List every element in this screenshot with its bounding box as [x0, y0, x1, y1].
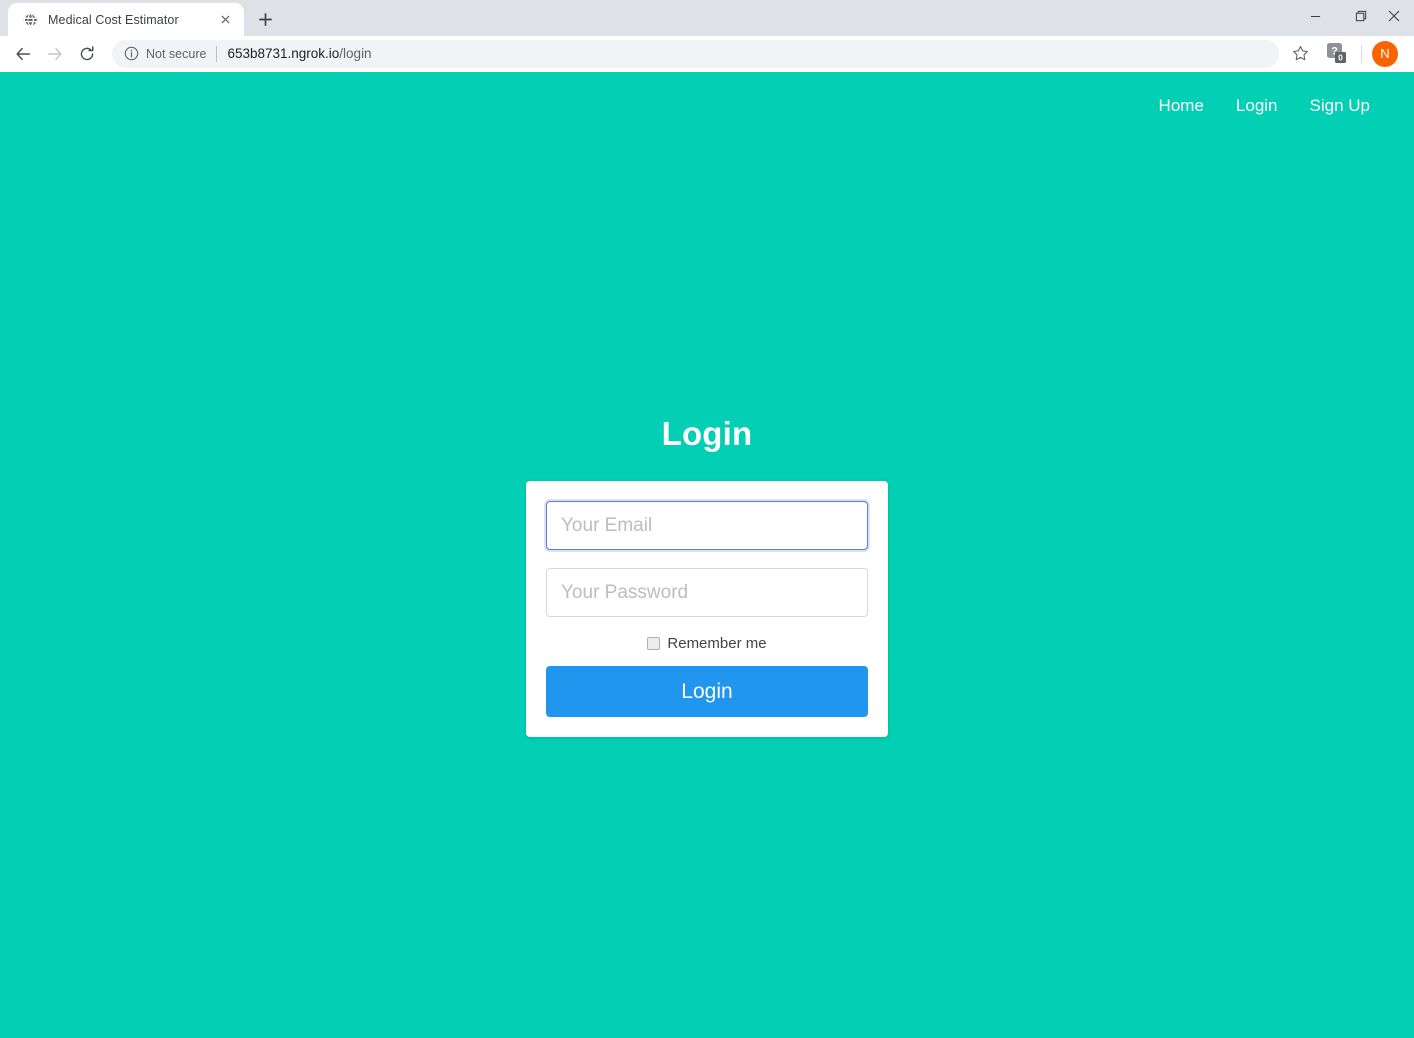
login-submit-button[interactable]: Login — [546, 666, 868, 717]
browser-window: Medical Cost Estimator Not secure 653b87… — [0, 0, 1414, 1038]
address-bar[interactable]: Not secure 653b8731.ngrok.io/login — [112, 39, 1279, 68]
remember-me-label: Remember me — [667, 635, 767, 652]
login-card: Remember me Login — [526, 481, 888, 737]
page-title: Login — [661, 415, 753, 452]
email-field[interactable] — [546, 501, 868, 550]
password-field[interactable] — [546, 568, 868, 617]
tab-close-icon[interactable] — [216, 11, 234, 29]
minimize-button[interactable] — [1292, 0, 1338, 32]
reload-icon[interactable] — [72, 39, 102, 69]
nav-link-signup[interactable]: Sign Up — [1294, 90, 1386, 122]
info-circle-icon[interactable] — [124, 46, 139, 61]
star-icon[interactable] — [1285, 39, 1315, 69]
url-path: /login — [339, 46, 372, 61]
browser-toolbar: Not secure 653b8731.ngrok.io/login ? 0 N — [0, 36, 1414, 72]
omnibox-divider — [216, 45, 218, 62]
field-spacer — [546, 550, 868, 568]
extension-badge-count: 0 — [1338, 52, 1343, 62]
remember-me-row: Remember me — [546, 635, 868, 652]
back-arrow-icon[interactable] — [8, 39, 38, 69]
tab-title: Medical Cost Estimator — [48, 12, 179, 27]
forward-arrow-icon — [40, 39, 70, 69]
security-status-text: Not secure — [146, 46, 207, 61]
question-mark-extension-icon[interactable]: ? 0 — [1325, 41, 1351, 67]
login-section: Login Remember me Login — [0, 415, 1414, 737]
tab-strip: Medical Cost Estimator — [0, 0, 1414, 36]
nav-link-login[interactable]: Login — [1220, 90, 1294, 122]
globe-icon — [22, 12, 38, 28]
page-viewport: Home Login Sign Up Login Remember me Log… — [0, 72, 1414, 1038]
new-tab-button[interactable] — [250, 4, 280, 34]
profile-avatar[interactable]: N — [1372, 40, 1398, 67]
remember-me-checkbox[interactable] — [647, 637, 661, 650]
url-host: 653b8731.ngrok.io — [227, 46, 340, 61]
window-controls — [1292, 0, 1414, 32]
browser-tab[interactable]: Medical Cost Estimator — [8, 3, 244, 36]
toolbar-divider — [1361, 44, 1362, 63]
nav-link-home[interactable]: Home — [1143, 90, 1220, 122]
close-button[interactable] — [1384, 0, 1414, 32]
maximize-button[interactable] — [1338, 0, 1384, 32]
site-navigation: Home Login Sign Up — [1143, 72, 1414, 122]
url-text: 653b8731.ngrok.io/login — [227, 46, 371, 61]
